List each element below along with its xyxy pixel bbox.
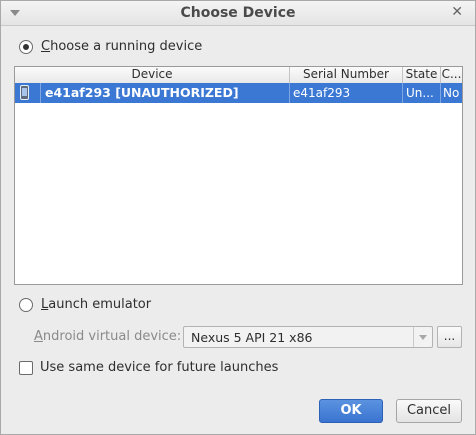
running-device-label-text: hoose a running device <box>50 39 203 54</box>
compatible-cell: No <box>443 86 460 100</box>
avd-label: Android virtual device: <box>34 329 181 344</box>
state-cell: Un... <box>403 83 441 103</box>
avd-select-value: Nexus 5 API 21 x86 <box>191 330 313 345</box>
chevron-down-icon[interactable] <box>413 327 432 347</box>
column-header-device[interactable]: Device <box>15 67 290 83</box>
avd-mnemonic: A <box>34 329 43 344</box>
table-header: Device Serial Number State C... <box>15 67 462 84</box>
launch-emulator-radio[interactable] <box>19 298 33 312</box>
choose-device-dialog: Choose Device ✕ Choose a running device … <box>0 0 476 435</box>
avd-browse-button[interactable]: ... <box>437 326 462 348</box>
column-header-compatible[interactable]: C... <box>441 67 462 83</box>
same-device-checkbox[interactable] <box>19 361 33 375</box>
title-bar: Choose Device ✕ <box>1 1 475 26</box>
table-row[interactable]: e41af293 [UNAUTHORIZED] e41af293 Un... N… <box>15 83 462 103</box>
column-header-serial[interactable]: Serial Number <box>290 67 403 83</box>
device-icon-cell <box>15 83 41 103</box>
device-name-cell: e41af293 [UNAUTHORIZED] <box>41 83 290 103</box>
close-icon[interactable]: ✕ <box>451 4 463 20</box>
launch-emulator-label[interactable]: Launch emulator <box>41 297 151 312</box>
cancel-button[interactable]: Cancel <box>396 399 462 423</box>
running-device-radio[interactable] <box>19 40 33 54</box>
avd-label-text: ndroid virtual device: <box>42 329 182 344</box>
dialog-title: Choose Device <box>180 5 296 21</box>
avd-select[interactable]: Nexus 5 API 21 x86 <box>183 326 433 348</box>
device-table[interactable]: Device Serial Number State C... e41af293… <box>14 66 463 285</box>
same-device-label[interactable]: Use same device for future launches <box>40 360 278 375</box>
ok-button[interactable]: OK <box>319 399 383 423</box>
running-device-label[interactable]: Choose a running device <box>41 39 202 54</box>
column-header-state[interactable]: State <box>403 67 441 83</box>
serial-number-cell: e41af293 <box>290 83 403 103</box>
running-device-mnemonic: C <box>41 39 51 54</box>
launch-emulator-label-text: aunch emulator <box>48 297 152 312</box>
phone-icon <box>20 85 29 100</box>
